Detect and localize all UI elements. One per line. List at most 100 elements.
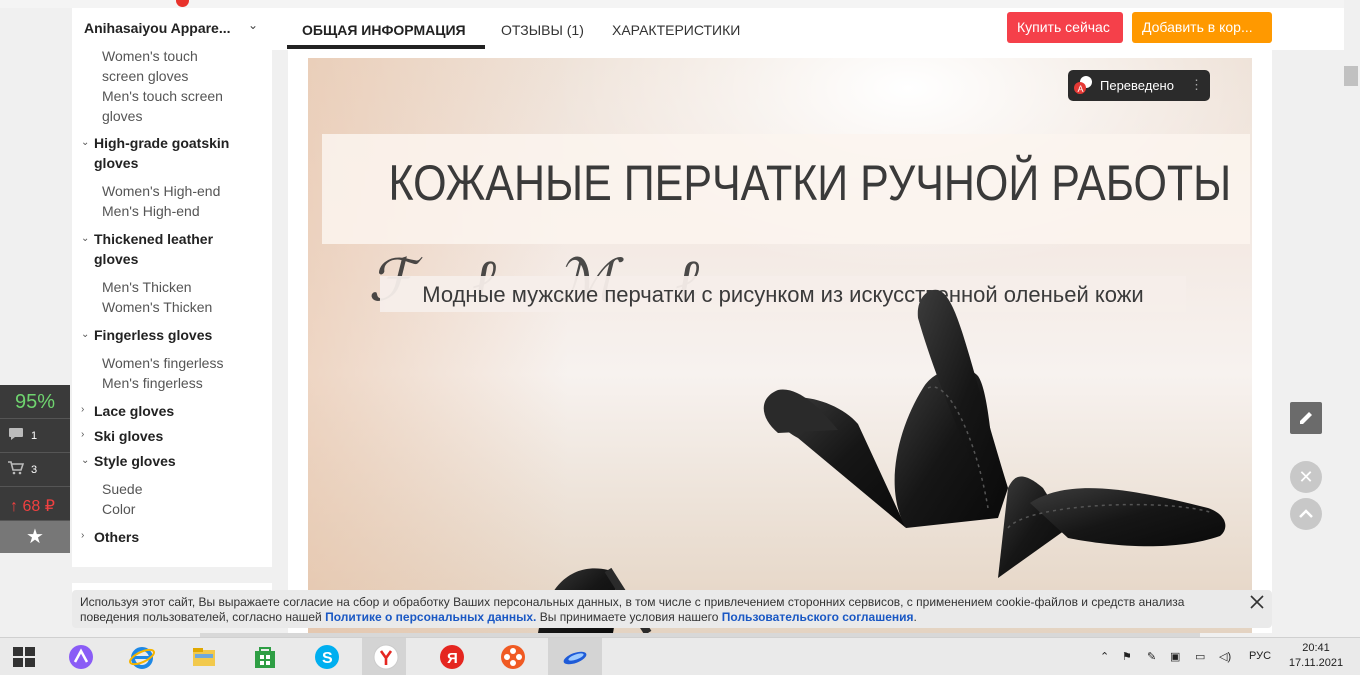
sidebar-item-color[interactable]: Color xyxy=(102,499,135,519)
product-hero-image: КОЖАНЫЕ ПЕРЧАТКИ РУЧНОЙ РАБОТЫ ℱ ℓ ℳ ℓ М… xyxy=(308,58,1252,633)
volume-icon[interactable]: ◁) xyxy=(1219,650,1231,663)
sidebar-item-women-fingerless[interactable]: Women's fingerless xyxy=(102,353,223,373)
sidebar-item-women-thicken[interactable]: Women's Thicken xyxy=(102,297,212,317)
svg-text:A: A xyxy=(1078,84,1084,94)
windows-taskbar: S Я ⌃ ⚑ ✎ ▣ ▭ ◁) РУС 20:41 17.11.2021 xyxy=(0,637,1360,675)
taskbar-explorer[interactable] xyxy=(180,638,224,675)
film-reel-icon xyxy=(501,645,525,669)
scroll-up-button[interactable] xyxy=(1290,498,1322,530)
page-scrollbar[interactable] xyxy=(1344,0,1360,633)
widget-comments-row[interactable]: 1 xyxy=(0,419,70,453)
taskbar-yandex-browser[interactable] xyxy=(362,638,406,675)
tab-specifications[interactable]: ХАРАКТЕРИСТИКИ xyxy=(612,22,740,38)
translate-icon: A xyxy=(1074,76,1092,94)
network-icon[interactable]: ▭ xyxy=(1195,650,1205,663)
taskbar-alice[interactable] xyxy=(57,638,101,675)
translated-badge[interactable]: A Переведено ⋮ xyxy=(1068,70,1210,101)
cookie-text-part2: Вы принимаете условия нашего xyxy=(536,610,722,624)
svg-text:Я: Я xyxy=(447,650,458,667)
close-icon[interactable]: ✕ xyxy=(1290,461,1322,493)
more-vertical-icon[interactable]: ⋮ xyxy=(1190,77,1203,93)
close-icon[interactable] xyxy=(1248,593,1266,611)
sidebar-cat-style[interactable]: Style gloves xyxy=(94,451,264,471)
price-tracker-widget: 95% 1 3 ↑ 68 ₽ ★ xyxy=(0,385,70,553)
sidebar-item-men-touch[interactable]: Men's touch screen gloves xyxy=(102,86,232,126)
chevron-right-icon[interactable]: › xyxy=(81,404,84,415)
widget-cart-row[interactable]: 3 xyxy=(0,453,70,487)
flag-icon[interactable]: ⚑ xyxy=(1122,650,1132,663)
edit-button[interactable] xyxy=(1290,402,1322,434)
sidebar-item-men-thicken[interactable]: Men's Thicken xyxy=(102,277,192,297)
scrollbar-thumb[interactable] xyxy=(1344,66,1358,86)
price-change: ↑ 68 ₽ xyxy=(10,498,55,515)
comment-icon xyxy=(8,427,24,444)
internet-explorer-icon xyxy=(129,647,155,669)
privacy-policy-link[interactable]: Политике о персональных данных. xyxy=(325,610,536,624)
chevron-down-icon[interactable]: ⌄ xyxy=(81,329,89,340)
cookie-text-part3: . xyxy=(913,610,917,624)
buy-now-button[interactable]: Купить сейчас xyxy=(1007,12,1123,43)
language-indicator[interactable]: РУС xyxy=(1249,650,1271,662)
sidebar-item-suede[interactable]: Suede xyxy=(102,479,142,499)
system-clock[interactable]: 20:41 17.11.2021 xyxy=(1286,641,1346,671)
add-to-cart-button[interactable]: Добавить в кор... xyxy=(1132,12,1272,43)
chevron-down-icon[interactable]: ⌄ xyxy=(81,137,89,148)
taskbar-active-app[interactable] xyxy=(548,638,602,675)
tray-expand-icon[interactable]: ⌃ xyxy=(1100,650,1109,663)
browser-top-strip xyxy=(0,0,1360,8)
chevron-right-icon[interactable]: › xyxy=(81,429,84,440)
translated-label: Переведено xyxy=(1100,78,1174,93)
store-name[interactable]: Anihasaiyou Appare... xyxy=(84,20,231,36)
leather-glove-image xyxy=(538,289,1226,633)
pen-icon[interactable]: ✎ xyxy=(1147,650,1156,663)
alice-icon xyxy=(69,645,93,669)
skype-icon: S xyxy=(315,645,339,669)
svg-text:S: S xyxy=(322,650,333,667)
chevron-right-icon[interactable]: › xyxy=(81,530,84,541)
taskbar-yandex[interactable]: Я xyxy=(428,638,472,675)
category-sidebar: Women's touch screen gloves Men's touch … xyxy=(72,48,272,567)
folder-icon xyxy=(193,648,215,666)
camera-icon[interactable]: ▣ xyxy=(1170,650,1180,663)
cart-icon xyxy=(8,461,25,478)
user-agreement-link[interactable]: Пользовательского соглашения xyxy=(722,610,914,624)
sidebar-item-men-fingerless[interactable]: Men's fingerless xyxy=(102,373,203,393)
comments-count: 1 xyxy=(31,430,38,442)
sidebar-cat-others[interactable]: Others xyxy=(94,527,264,547)
sidebar-cat-thickened[interactable]: Thickened leather gloves xyxy=(94,229,258,269)
active-tab-indicator xyxy=(287,45,485,49)
star-icon[interactable]: ★ xyxy=(0,521,70,553)
tab-reviews[interactable]: ОТЗЫВЫ (1) xyxy=(501,22,584,38)
clock-date: 17.11.2021 xyxy=(1288,657,1344,669)
taskbar-store[interactable] xyxy=(241,638,285,675)
notification-dot xyxy=(176,0,189,7)
yandex-browser-icon xyxy=(373,644,399,670)
taskbar-media-player[interactable] xyxy=(489,638,533,675)
sidebar-cat-lace[interactable]: Lace gloves xyxy=(94,401,264,421)
start-button[interactable] xyxy=(0,638,44,675)
chevron-up-icon xyxy=(1299,509,1313,518)
store-header: Anihasaiyou Appare... ⌄ ОБЩАЯ ИНФОРМАЦИЯ… xyxy=(72,8,1344,50)
clock-time: 20:41 xyxy=(1302,642,1330,654)
chevron-down-icon[interactable]: ⌄ xyxy=(81,455,89,466)
taskbar-skype[interactable]: S xyxy=(303,638,347,675)
sidebar-cat-goatskin[interactable]: High-grade goatskin gloves xyxy=(94,133,256,173)
app-swoosh-icon xyxy=(563,651,587,665)
sidebar-item-women-touch[interactable]: Women's touch screen gloves xyxy=(102,46,222,86)
windows-icon xyxy=(13,647,35,667)
pencil-icon xyxy=(1300,412,1312,424)
taskbar-ie[interactable] xyxy=(118,638,162,675)
tab-general-info[interactable]: ОБЩАЯ ИНФОРМАЦИЯ xyxy=(302,22,466,38)
widget-price-row[interactable]: ↑ 68 ₽ xyxy=(0,487,70,521)
chevron-down-icon[interactable]: ⌄ xyxy=(81,233,89,244)
yandex-icon: Я xyxy=(440,645,464,669)
sidebar-cat-ski[interactable]: Ski gloves xyxy=(94,426,264,446)
cookie-banner: Используя этот сайт, Вы выражаете соглас… xyxy=(72,590,1272,628)
sidebar-cat-fingerless[interactable]: Fingerless gloves xyxy=(94,325,264,345)
rating-percent: 95% xyxy=(0,385,70,419)
sidebar-item-women-high-end[interactable]: Women's High-end xyxy=(102,181,220,201)
cart-count: 3 xyxy=(31,464,38,476)
store-icon xyxy=(255,647,275,668)
sidebar-item-men-high-end[interactable]: Men's High-end xyxy=(102,201,200,221)
chevron-down-icon[interactable]: ⌄ xyxy=(248,18,258,32)
